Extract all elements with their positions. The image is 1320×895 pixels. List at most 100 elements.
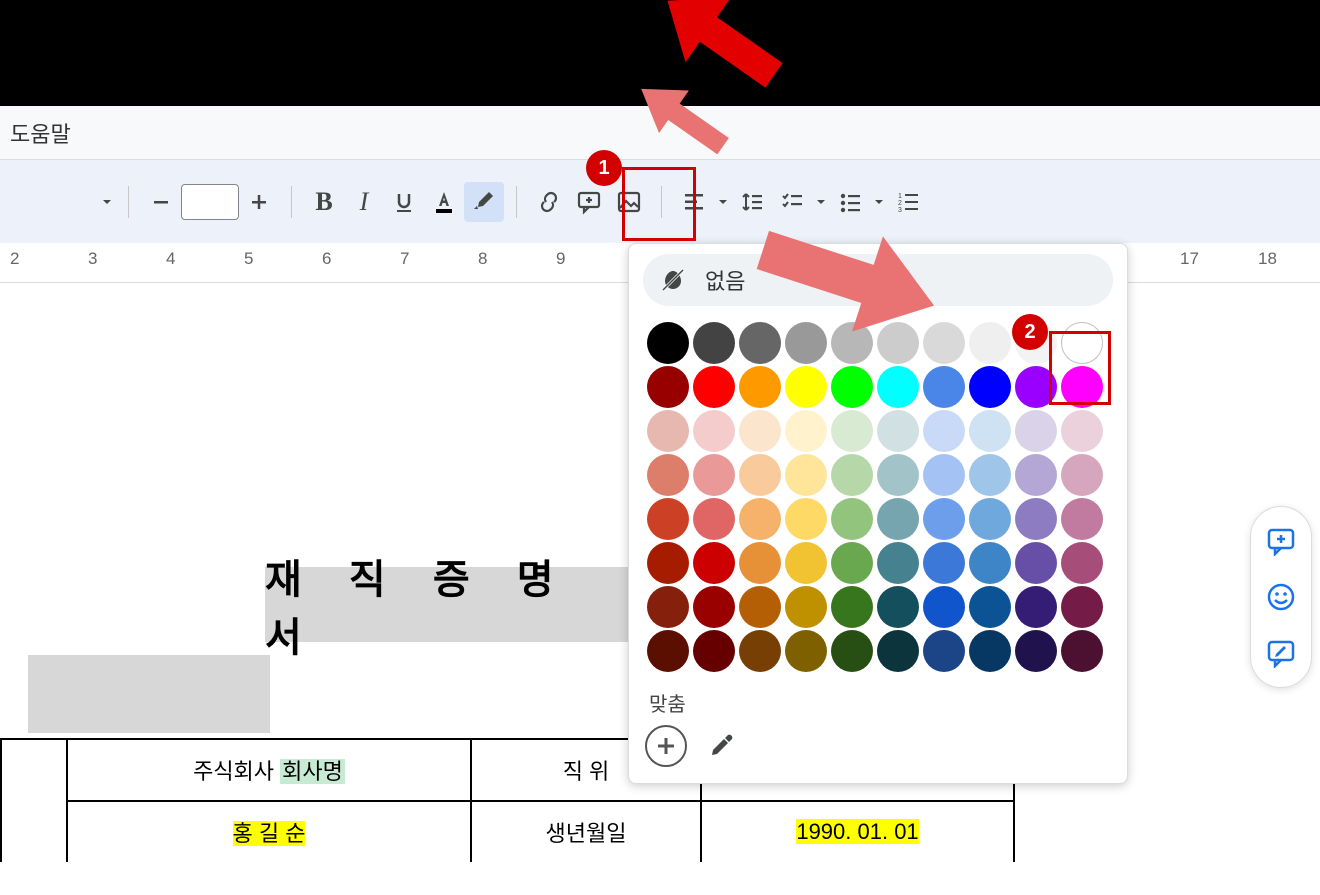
suggest-edits-button[interactable] <box>1257 629 1305 677</box>
color-swatch[interactable] <box>1061 586 1103 628</box>
text-color-button[interactable] <box>424 182 464 222</box>
color-swatch[interactable] <box>785 410 827 452</box>
color-swatch[interactable] <box>877 630 919 672</box>
color-swatch[interactable] <box>1015 410 1057 452</box>
color-swatch[interactable] <box>647 454 689 496</box>
color-swatch[interactable] <box>1061 454 1103 496</box>
color-swatch[interactable] <box>693 410 735 452</box>
color-swatch[interactable] <box>1015 498 1057 540</box>
eyedropper-button[interactable] <box>701 725 743 767</box>
color-swatch[interactable] <box>969 630 1011 672</box>
ruler-tick: 18 <box>1258 249 1277 269</box>
color-swatch[interactable] <box>693 366 735 408</box>
color-swatch[interactable] <box>877 410 919 452</box>
menu-help[interactable]: 도움말 <box>10 117 71 149</box>
color-swatch[interactable] <box>1015 630 1057 672</box>
color-swatch[interactable] <box>969 322 1011 364</box>
separator <box>516 186 517 218</box>
color-swatch[interactable] <box>831 586 873 628</box>
separator <box>291 186 292 218</box>
color-swatch[interactable] <box>877 542 919 584</box>
color-swatch[interactable] <box>1015 454 1057 496</box>
table-cell[interactable]: 1990. 01. 01 <box>701 801 1014 862</box>
color-swatch[interactable] <box>877 454 919 496</box>
font-size-input[interactable] <box>181 184 239 220</box>
color-swatch[interactable] <box>923 454 965 496</box>
ruler-tick: 6 <box>322 249 331 269</box>
table-cell[interactable]: 홍 길 순 <box>67 801 471 862</box>
color-swatch[interactable] <box>969 542 1011 584</box>
color-swatch[interactable] <box>647 542 689 584</box>
color-swatch[interactable] <box>647 410 689 452</box>
color-swatch[interactable] <box>647 498 689 540</box>
color-swatch[interactable] <box>831 630 873 672</box>
highlight-color-button[interactable] <box>464 182 504 222</box>
callout-badge-1: 1 <box>586 150 622 186</box>
color-swatch[interactable] <box>1061 542 1103 584</box>
color-swatch[interactable] <box>969 410 1011 452</box>
color-swatch[interactable] <box>969 366 1011 408</box>
color-swatch[interactable] <box>1061 410 1103 452</box>
insert-link-button[interactable] <box>529 182 569 222</box>
color-swatch[interactable] <box>923 542 965 584</box>
color-swatch[interactable] <box>923 630 965 672</box>
color-swatch[interactable] <box>739 586 781 628</box>
color-swatch[interactable] <box>785 498 827 540</box>
color-swatch[interactable] <box>877 366 919 408</box>
color-swatch[interactable] <box>647 630 689 672</box>
increase-font-size-button[interactable] <box>239 182 279 222</box>
color-swatch[interactable] <box>739 410 781 452</box>
color-swatch[interactable] <box>1015 542 1057 584</box>
color-swatch[interactable] <box>923 498 965 540</box>
color-swatch[interactable] <box>647 366 689 408</box>
color-swatch[interactable] <box>1061 630 1103 672</box>
underline-button[interactable] <box>384 182 424 222</box>
color-swatch[interactable] <box>693 586 735 628</box>
color-swatch[interactable] <box>1061 498 1103 540</box>
decrease-font-size-button[interactable] <box>141 182 181 222</box>
color-swatch[interactable] <box>693 454 735 496</box>
color-swatch[interactable] <box>693 498 735 540</box>
color-swatch[interactable] <box>693 542 735 584</box>
emoji-reaction-button[interactable] <box>1257 573 1305 621</box>
bold-button[interactable]: B <box>304 182 344 222</box>
color-swatch[interactable] <box>693 322 735 364</box>
color-swatch[interactable] <box>831 454 873 496</box>
color-swatch[interactable] <box>831 410 873 452</box>
color-swatch[interactable] <box>877 498 919 540</box>
styles-dropdown[interactable] <box>98 182 116 222</box>
color-swatch[interactable] <box>969 454 1011 496</box>
color-swatch[interactable] <box>739 542 781 584</box>
color-swatch[interactable] <box>739 630 781 672</box>
right-side-rail <box>1250 506 1312 688</box>
color-swatch[interactable] <box>923 366 965 408</box>
color-swatch[interactable] <box>739 454 781 496</box>
color-swatch[interactable] <box>739 366 781 408</box>
ruler-tick: 2 <box>10 249 19 269</box>
color-swatch[interactable] <box>831 498 873 540</box>
color-swatch[interactable] <box>785 586 827 628</box>
italic-button[interactable]: I <box>344 182 384 222</box>
color-swatch[interactable] <box>785 542 827 584</box>
ruler-tick: 5 <box>244 249 253 269</box>
add-comment-rail-button[interactable] <box>1257 517 1305 565</box>
color-swatch[interactable] <box>739 498 781 540</box>
color-swatch[interactable] <box>831 366 873 408</box>
color-swatch[interactable] <box>1015 586 1057 628</box>
color-swatch[interactable] <box>923 410 965 452</box>
color-swatch[interactable] <box>647 586 689 628</box>
color-swatch[interactable] <box>785 366 827 408</box>
color-swatch[interactable] <box>785 630 827 672</box>
color-swatch[interactable] <box>969 498 1011 540</box>
color-swatch[interactable] <box>969 586 1011 628</box>
color-swatch[interactable] <box>647 322 689 364</box>
color-swatch[interactable] <box>831 542 873 584</box>
table-cell[interactable]: 주식회사 회사명 <box>67 739 471 801</box>
color-swatch[interactable] <box>923 586 965 628</box>
table-cell[interactable]: 생년월일 <box>471 801 701 862</box>
color-swatch[interactable] <box>877 586 919 628</box>
add-custom-color-button[interactable] <box>645 725 687 767</box>
callout-badge-2: 2 <box>1012 314 1048 350</box>
color-swatch[interactable] <box>693 630 735 672</box>
color-swatch[interactable] <box>785 454 827 496</box>
